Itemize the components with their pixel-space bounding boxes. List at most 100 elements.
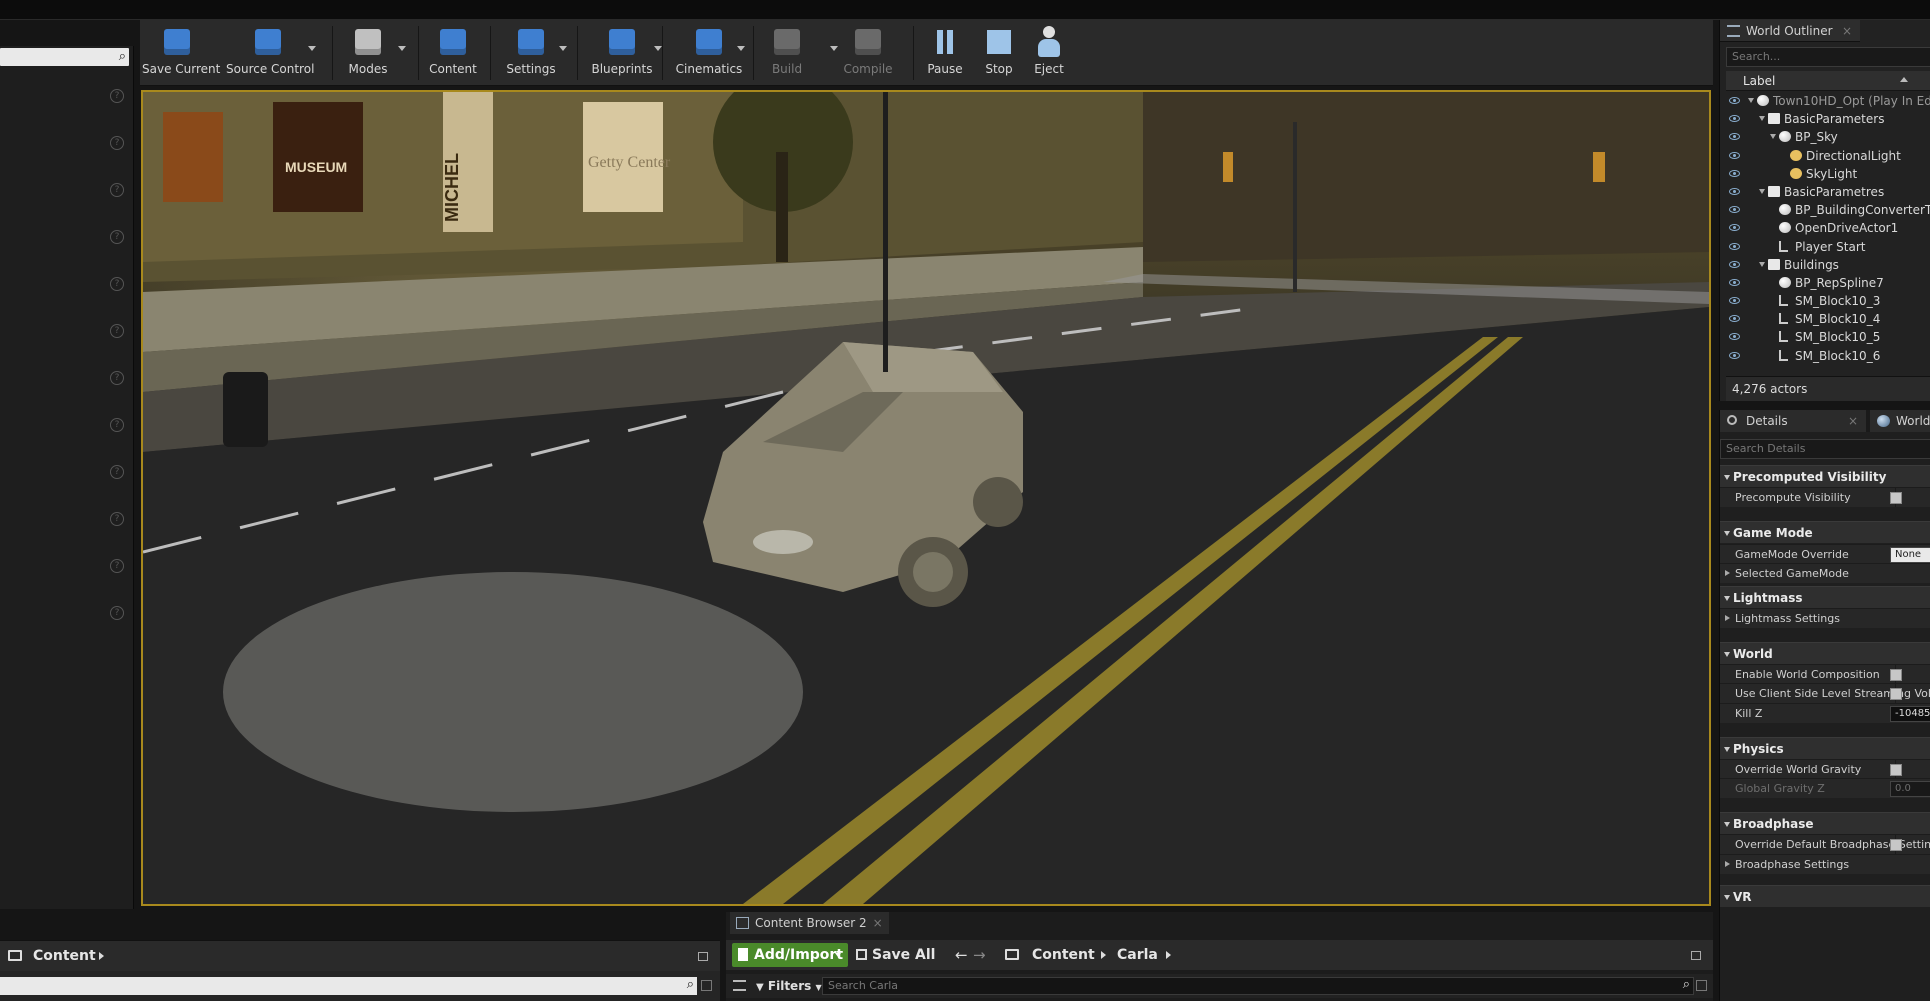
save-icon[interactable] [701, 980, 712, 991]
chevron-down-icon[interactable] [830, 46, 838, 51]
filters-button[interactable]: ▼ Filters ▼ [756, 977, 822, 997]
bottom-left-search-input[interactable]: ⌕ [0, 977, 697, 995]
tab-world-outliner[interactable]: World Outliner × [1720, 20, 1860, 42]
lock-icon[interactable] [1691, 951, 1701, 960]
expand-arrow-icon[interactable] [1759, 116, 1765, 122]
outliner-row[interactable]: Town10HD_Opt (Play In Editor) [1726, 92, 1930, 110]
chevron-down-icon[interactable] [398, 46, 406, 51]
outliner-row[interactable]: BP_RepSpline7 [1726, 274, 1930, 292]
section-header-vr[interactable]: VR [1720, 885, 1930, 907]
property-row[interactable]: Broadphase Settings [1720, 854, 1930, 874]
lock-icon[interactable] [698, 952, 708, 961]
pause-button[interactable]: Pause [923, 24, 967, 82]
visibility-eye-icon[interactable] [1729, 278, 1740, 286]
help-icon[interactable]: ? [110, 183, 124, 197]
checkbox[interactable] [1890, 764, 1902, 776]
tab-world-settings[interactable]: World Settings [1870, 410, 1930, 432]
save-icon[interactable] [1696, 980, 1707, 991]
visibility-eye-icon[interactable] [1729, 315, 1740, 323]
outliner-row[interactable]: BP_Sky [1726, 128, 1930, 146]
outliner-label-column-header[interactable]: Label [1726, 71, 1930, 91]
visibility-eye-icon[interactable] [1729, 351, 1740, 359]
outliner-row[interactable]: SM_Block10_6 [1726, 347, 1930, 365]
visibility-eye-icon[interactable] [1729, 333, 1740, 341]
visibility-eye-icon[interactable] [1729, 224, 1740, 232]
details-search-input[interactable]: Search Details [1720, 439, 1930, 459]
tab-details[interactable]: Details × [1720, 410, 1866, 432]
outliner-row[interactable]: SM_Block10_5 [1726, 328, 1930, 346]
visibility-eye-icon[interactable] [1729, 297, 1740, 305]
checkbox[interactable] [1890, 492, 1902, 504]
outliner-row[interactable]: SM_Block10_4 [1726, 310, 1930, 328]
help-icon[interactable]: ? [110, 512, 124, 526]
visibility-eye-icon[interactable] [1729, 242, 1740, 250]
compile-button[interactable]: Compile [842, 24, 894, 82]
chevron-right-icon[interactable] [1166, 951, 1171, 959]
chevron-right-icon[interactable] [1101, 951, 1106, 959]
cinematics-button[interactable]: Cinematics [673, 24, 745, 82]
arrow-right-icon[interactable]: → [973, 946, 986, 964]
chevron-down-icon[interactable] [559, 46, 567, 51]
section-header-physics[interactable]: Physics [1720, 737, 1930, 759]
visibility-eye-icon[interactable] [1729, 115, 1740, 123]
path-carla[interactable]: Carla [1117, 940, 1158, 970]
checkbox[interactable] [1890, 839, 1902, 851]
outliner-row[interactable]: Buildings [1726, 256, 1930, 274]
outliner-row[interactable]: SM_Block10_3 [1726, 292, 1930, 310]
chevron-down-icon[interactable] [737, 46, 745, 51]
content-search-input[interactable]: Search Carla ⌕ [822, 977, 1694, 995]
help-icon[interactable]: ? [110, 89, 124, 103]
help-icon[interactable]: ? [110, 371, 124, 385]
expand-arrow-icon[interactable] [1770, 134, 1776, 140]
visibility-eye-icon[interactable] [1729, 187, 1740, 195]
stop-button[interactable]: Stop [980, 24, 1018, 82]
arrow-left-icon[interactable]: ← [955, 946, 968, 964]
eject-button[interactable]: Eject [1029, 24, 1069, 82]
save-all-button[interactable]: Save All [856, 940, 938, 970]
expand-arrow-icon[interactable] [1748, 98, 1754, 103]
visibility-eye-icon[interactable] [1729, 97, 1740, 104]
chevron-down-icon[interactable] [654, 46, 662, 51]
help-icon[interactable]: ? [110, 418, 124, 432]
path-root-content[interactable]: Content [33, 941, 96, 971]
save-current-button[interactable]: Save Current [142, 24, 220, 82]
checkbox[interactable] [1890, 688, 1902, 700]
outliner-row[interactable]: DirectionalLight [1726, 147, 1930, 165]
blueprints-button[interactable]: Blueprints [588, 24, 656, 82]
outliner-row[interactable]: OpenDriveActor1 [1726, 219, 1930, 237]
visibility-eye-icon[interactable] [1729, 133, 1740, 141]
close-icon[interactable]: × [873, 912, 883, 934]
visibility-eye-icon[interactable] [1729, 260, 1740, 268]
value-input[interactable]: -1048575.0 [1890, 706, 1930, 722]
left-search-input[interactable]: ⌕ [0, 48, 129, 66]
help-icon[interactable]: ? [110, 606, 124, 620]
expand-arrow-icon[interactable] [1759, 261, 1765, 267]
outliner-row[interactable]: Player Start [1726, 238, 1930, 256]
help-icon[interactable]: ? [110, 277, 124, 291]
outliner-row[interactable]: BasicParametres [1726, 183, 1930, 201]
help-icon[interactable]: ? [110, 230, 124, 244]
outliner-row[interactable]: BP_BuildingConverterTool [1726, 201, 1930, 219]
close-icon[interactable]: × [1842, 20, 1852, 42]
chevron-right-icon[interactable] [99, 952, 104, 960]
section-header-lightmass[interactable]: Lightmass [1720, 586, 1930, 608]
property-row[interactable]: Lightmass Settings [1720, 608, 1930, 628]
modes-button[interactable]: Modes [341, 24, 395, 82]
section-header-world[interactable]: World [1720, 642, 1930, 664]
section-header-broadphase[interactable]: Broadphase [1720, 812, 1930, 834]
help-icon[interactable]: ? [110, 324, 124, 338]
gamemode-dropdown[interactable]: None [1890, 547, 1930, 563]
source-control-button[interactable]: Source Control [226, 24, 314, 82]
tab-content-browser-2[interactable]: Content Browser 2 × [730, 912, 889, 934]
build-button[interactable]: Build [763, 24, 811, 82]
content-button[interactable]: Content [426, 24, 480, 82]
checkbox[interactable] [1890, 669, 1902, 681]
level-viewport[interactable]: MUSEUM MICHEL Getty Center [141, 90, 1711, 906]
visibility-eye-icon[interactable] [1729, 206, 1740, 214]
section-header-game-mode[interactable]: Game Mode [1720, 521, 1930, 543]
settings-button[interactable]: Settings [501, 24, 561, 82]
close-icon[interactable]: × [1848, 410, 1858, 432]
chevron-down-icon[interactable] [308, 46, 316, 51]
path-content[interactable]: Content [1032, 940, 1095, 970]
expand-arrow-icon[interactable] [1759, 188, 1765, 194]
